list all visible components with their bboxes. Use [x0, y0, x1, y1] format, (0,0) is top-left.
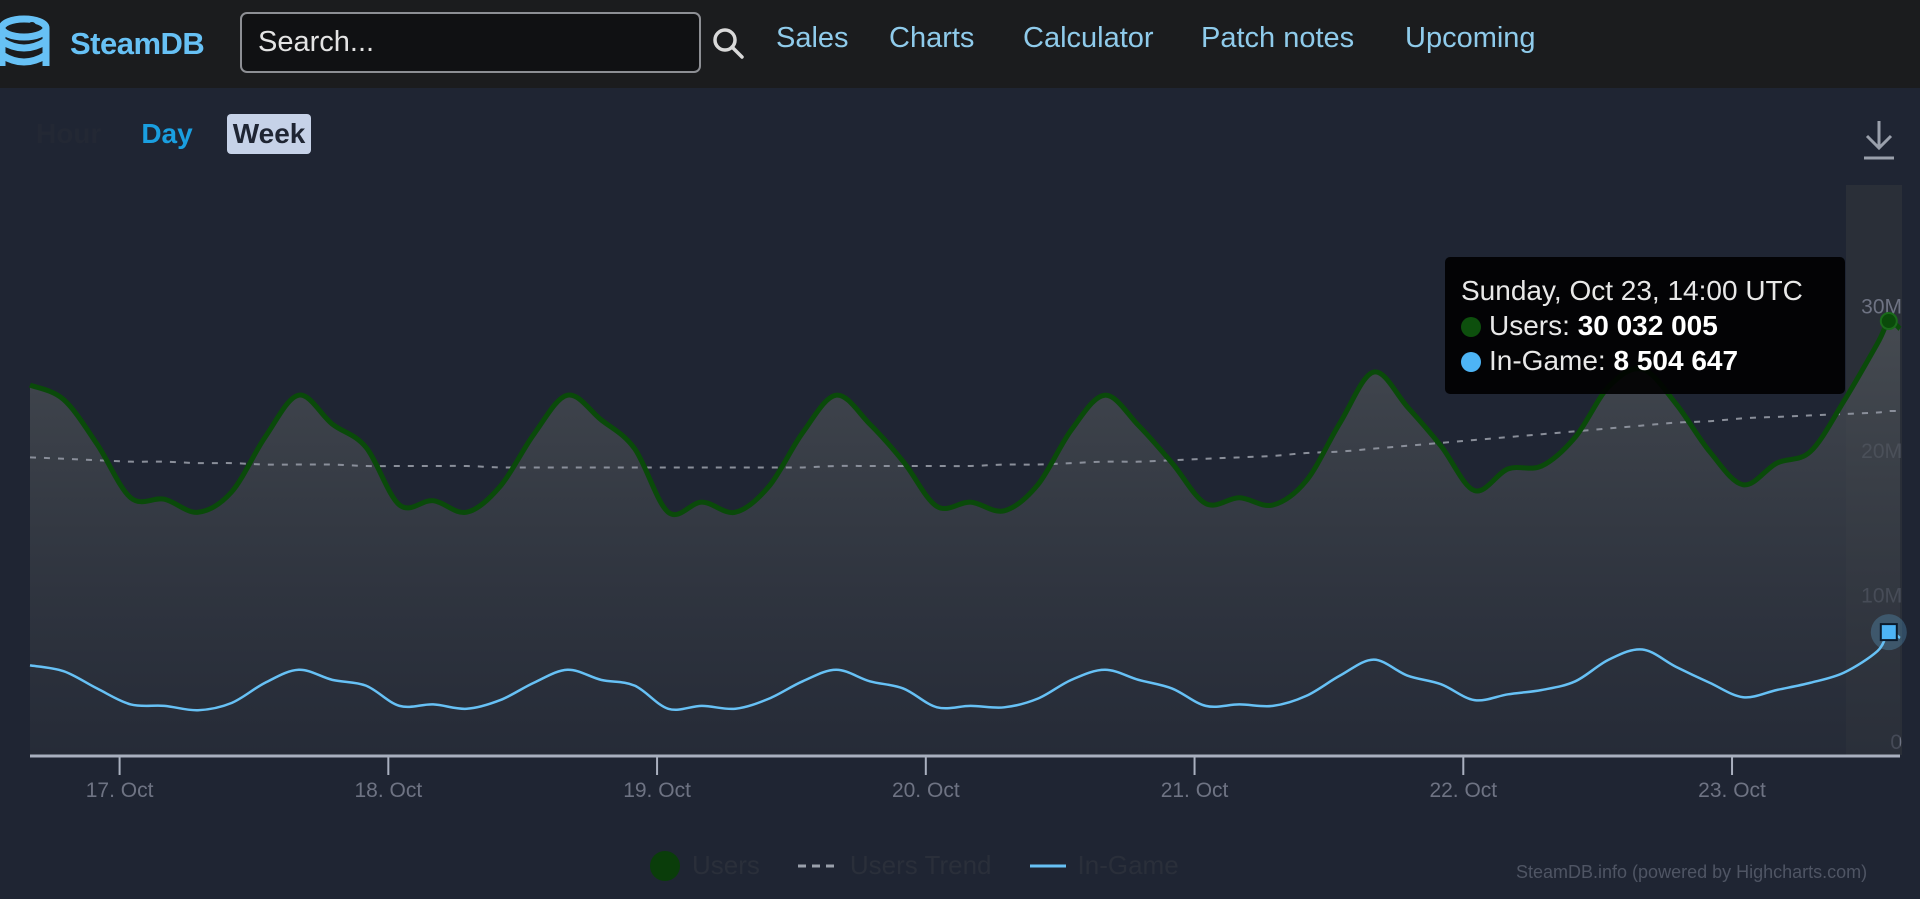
y-tick-label: 30M — [1861, 296, 1902, 319]
range-selector: Hour Day Week — [30, 114, 339, 154]
x-tick-label: 18. Oct — [354, 779, 422, 802]
legend-ingame-icon — [1029, 864, 1066, 867]
nav-upcoming[interactable]: Upcoming — [1405, 22, 1536, 55]
legend-trend-icon — [797, 864, 838, 867]
steamdb-logo[interactable]: SteamDB — [0, 14, 205, 74]
legend-users[interactable]: Users — [650, 850, 760, 881]
users-hover-marker — [1879, 312, 1898, 331]
users-dot-icon — [1461, 317, 1481, 337]
chart-tooltip: Sunday, Oct 23, 14:00 UTC Users: 30 032 … — [1445, 257, 1845, 394]
ingame-hover-marker — [1879, 623, 1898, 642]
legend-trend-label: Users Trend — [849, 850, 992, 880]
range-week-button[interactable]: Week — [226, 114, 312, 154]
tooltip-users-row: Users: 30 032 005 — [1461, 308, 1829, 343]
tooltip-ingame-label: In-Game: — [1489, 345, 1606, 376]
legend-users-label: Users — [692, 850, 760, 880]
nav-charts[interactable]: Charts — [889, 22, 974, 55]
range-hour-button: Hour — [36, 118, 102, 149]
tooltip-users-label: Users: — [1489, 310, 1570, 341]
search-icon[interactable] — [711, 26, 745, 60]
tooltip-users-value: 30 032 005 — [1577, 310, 1718, 341]
tooltip-date: Sunday, Oct 23, 14:00 UTC — [1461, 275, 1803, 306]
nav-calculator[interactable]: Calculator — [1023, 22, 1154, 55]
tooltip-ingame-row: In-Game: 8 504 647 — [1461, 343, 1829, 378]
nav-patch-notes[interactable]: Patch notes — [1201, 22, 1354, 55]
legend-users-icon — [650, 850, 680, 881]
legend-ingame-label: In-Game — [1077, 850, 1179, 880]
tooltip-ingame-value: 8 504 647 — [1613, 345, 1739, 376]
x-tick-label: 23. Oct — [1698, 779, 1766, 802]
range-day-button[interactable]: Day — [135, 114, 198, 154]
legend-ingame[interactable]: In-Game — [1029, 850, 1179, 881]
x-axis: 17. Oct 18. Oct 19. Oct 20. Oct 21. Oct 22. O… — [86, 755, 1766, 802]
chart-credits[interactable]: SteamDB.info (powered by Highcharts.com) — [1516, 862, 1867, 883]
steamdb-logo-icon — [0, 15, 50, 66]
ingame-dot-icon — [1461, 352, 1481, 372]
legend-users-trend[interactable]: Users Trend — [797, 850, 992, 881]
x-tick-label: 21. Oct — [1161, 779, 1229, 802]
x-tick-label: 17. Oct — [86, 779, 154, 802]
nav-sales[interactable]: Sales — [776, 22, 849, 55]
search-input[interactable]: Search... — [240, 12, 701, 73]
download-icon[interactable] — [1860, 118, 1898, 162]
top-navbar: SteamDB Search... Sales Charts Calculato… — [0, 0, 1920, 88]
x-tick-label: 19. Oct — [623, 779, 691, 802]
x-tick-label: 22. Oct — [1429, 779, 1497, 802]
logo-text: SteamDB — [70, 26, 205, 61]
chart-legend: Users Users Trend In-Game — [650, 850, 1217, 881]
x-tick-label: 20. Oct — [892, 779, 960, 802]
